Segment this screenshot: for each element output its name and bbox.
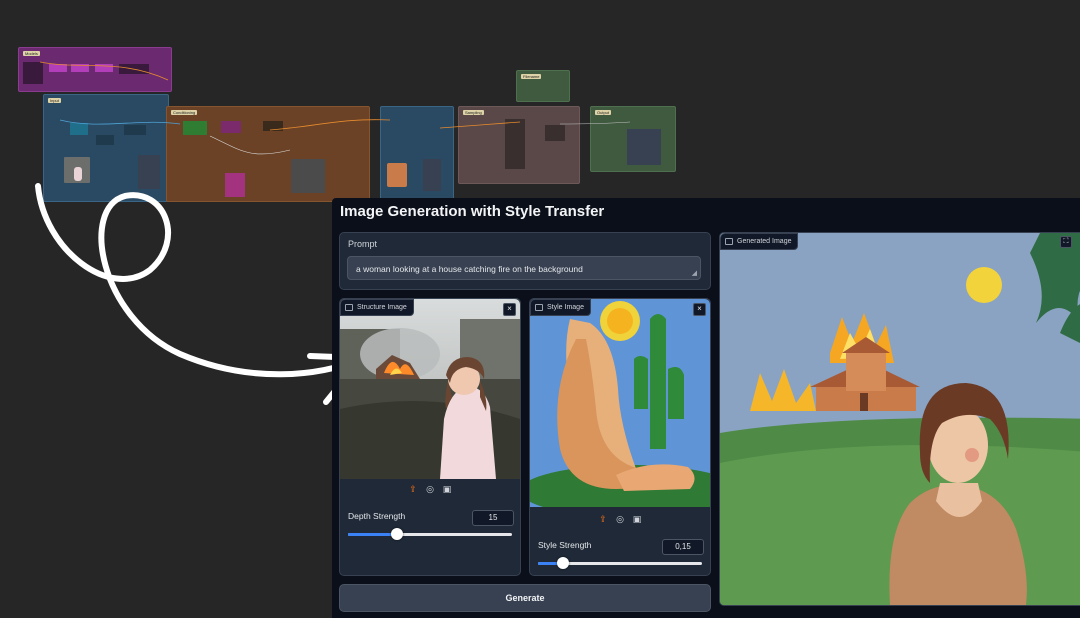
resize-grip-icon[interactable]: ◢ [692, 269, 697, 277]
node-group-conditioning[interactable]: Conditioning [166, 106, 370, 202]
style-strength-slider[interactable] [538, 557, 702, 569]
depth-strength-input[interactable]: 15 [472, 510, 514, 526]
structure-image-block: Structure Image × ⇪ ◎ ▣ Depth Strength 1… [339, 298, 521, 576]
style-image-badge: Style Image [530, 299, 591, 316]
node-title: Conditioning [171, 110, 198, 115]
node-group-filename[interactable]: Filename [516, 70, 570, 102]
generated-image[interactable] [720, 233, 1080, 605]
node-group-preview[interactable] [380, 106, 454, 202]
clipboard-icon[interactable]: ▣ [633, 515, 642, 524]
page-title: Image Generation with Style Transfer [340, 203, 605, 220]
prompt-textarea[interactable]: a woman looking at a house catching fire… [347, 256, 701, 280]
clipboard-icon[interactable]: ▣ [443, 485, 452, 494]
style-image-label: Style Image [547, 304, 584, 311]
style-image-toolbar: ⇪ ◎ ▣ [530, 515, 710, 524]
structure-image-toolbar: ⇪ ◎ ▣ [340, 485, 520, 494]
prompt-block: Prompt a woman looking at a house catchi… [339, 232, 711, 290]
generated-image-block: Generated Image ⛶ [719, 232, 1080, 606]
webcam-icon[interactable]: ◎ [616, 515, 625, 524]
style-image-preview[interactable] [530, 299, 710, 507]
prompt-value: a woman looking at a house catching fire… [356, 264, 583, 274]
app-panel: Image Generation with Style Transfer Pro… [332, 198, 1080, 618]
image-icon [725, 238, 733, 245]
node-title: Output [595, 110, 612, 115]
image-icon [345, 304, 353, 311]
node-title: Filename [521, 74, 542, 79]
depth-strength-label: Depth Strength [348, 511, 406, 521]
slider-fill [348, 533, 398, 536]
fullscreen-icon[interactable]: ⛶ [1060, 236, 1072, 248]
depth-strength-slider[interactable] [348, 528, 512, 540]
node-group-input[interactable]: Input [43, 94, 169, 202]
node-group-sampling[interactable]: Sampling [458, 106, 580, 184]
style-painting [530, 299, 710, 507]
node-group-output[interactable]: Output [590, 106, 676, 172]
image-icon [535, 304, 543, 311]
structure-photo [340, 299, 520, 479]
node-title: Input [48, 98, 61, 103]
structure-image-label: Structure Image [357, 304, 407, 311]
structure-image-preview[interactable] [340, 299, 520, 479]
upload-icon[interactable]: ⇪ [409, 485, 418, 494]
prompt-label: Prompt [348, 239, 378, 249]
node-title: Sampling [463, 110, 484, 115]
generated-image-label: Generated Image [737, 238, 792, 245]
webcam-icon[interactable]: ◎ [426, 485, 435, 494]
style-image-block: Style Image × ⇪ ◎ ▣ Style Strength 0,15 [529, 298, 711, 576]
style-strength-input[interactable]: 0,15 [662, 539, 704, 555]
structure-image-badge: Structure Image [340, 299, 414, 316]
close-icon[interactable]: × [693, 303, 706, 316]
node-title: Models [23, 51, 40, 56]
slider-thumb[interactable] [391, 528, 404, 540]
close-icon[interactable]: × [503, 303, 516, 316]
generated-image-badge: Generated Image [720, 233, 799, 250]
node-group-models[interactable]: Models [18, 47, 172, 92]
slider-thumb[interactable] [556, 557, 569, 569]
style-strength-label: Style Strength [538, 540, 592, 550]
upload-icon[interactable]: ⇪ [599, 515, 608, 524]
